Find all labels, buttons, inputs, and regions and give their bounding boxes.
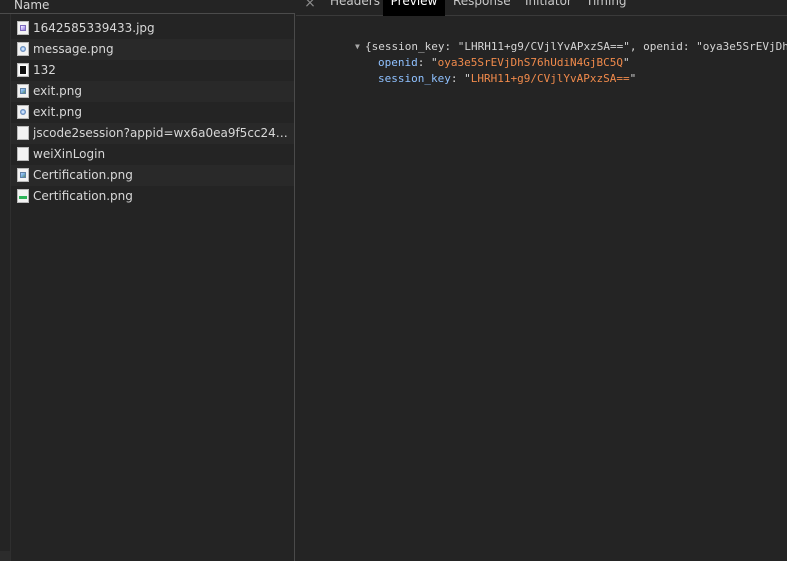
tab-label: Headers <box>330 0 380 8</box>
document-icon <box>17 147 29 161</box>
json-property-openid[interactable]: openid: "oya3e5SrEVjDhS76hUdiN4GjBC5Q" <box>325 39 630 69</box>
json-key: session_key <box>377 72 451 85</box>
request-name: 1642585339433.jpg <box>33 21 155 35</box>
name-column-header[interactable]: Name <box>0 0 295 14</box>
request-row-certification-png-2[interactable]: Certification.png <box>11 186 294 207</box>
tab-label: Preview <box>390 0 438 8</box>
close-icon[interactable]: × <box>304 0 316 11</box>
image-icon <box>17 84 29 98</box>
image-green-icon <box>17 189 29 203</box>
tab-label: Initiator <box>525 0 572 8</box>
document-icon <box>17 63 29 77</box>
tab-preview[interactable]: Preview <box>383 0 445 16</box>
request-detail-tabs: × Headers Preview Response Initiator Tim… <box>296 0 787 16</box>
tab-timing[interactable]: Timing <box>586 0 627 16</box>
request-row-certification-png-1[interactable]: Certification.png <box>11 165 294 186</box>
request-name: jscode2session?appid=wx6a0ea9f5cc242975&… <box>33 126 291 140</box>
json-string-value: LHRH11+g9/CVjlYvAPxzSA== <box>470 72 630 85</box>
name-column-header-label: Name <box>14 0 50 12</box>
request-row-weixinlogin[interactable]: weiXinLogin <box>11 144 294 165</box>
image-icon <box>17 168 29 182</box>
json-colon: : <box>450 72 465 85</box>
request-row-exit-png-1[interactable]: exit.png <box>11 81 294 102</box>
tab-label: Response <box>453 0 511 8</box>
document-icon <box>17 126 29 140</box>
tab-response[interactable]: Response <box>453 0 513 16</box>
request-name: exit.png <box>33 84 82 98</box>
image-circle-icon <box>17 42 29 56</box>
request-row-1642585339433-jpg[interactable]: 1642585339433.jpg <box>11 18 294 39</box>
panel-resize-handle[interactable] <box>0 551 10 561</box>
request-row-message-png[interactable]: message.png <box>11 39 294 60</box>
json-quote: " <box>629 72 637 85</box>
request-row-jscode2session[interactable]: jscode2session?appid=wx6a0ea9f5cc242975&… <box>11 123 294 144</box>
request-name: message.png <box>33 42 114 56</box>
image-circle-icon <box>17 105 29 119</box>
json-summary-line[interactable]: ▼ {session_key: "LHRH11+g9/CVjlYvAPxzSA==… <box>302 23 787 53</box>
tab-initiator[interactable]: Initiator <box>525 0 573 16</box>
request-name: exit.png <box>33 105 82 119</box>
request-name: 132 <box>33 63 56 77</box>
json-quote: " <box>464 72 471 85</box>
json-property-session-key[interactable]: session_key: "LHRH11+g9/CVjlYvAPxzSA==" <box>325 55 636 85</box>
network-request-list-panel: Name 1642585339433.jpg message.png 132 e… <box>0 0 295 561</box>
request-name: Certification.png <box>33 168 133 182</box>
request-list: 1642585339433.jpg message.png 132 exit.p… <box>11 18 294 207</box>
request-name: Certification.png <box>33 189 133 203</box>
json-preview: ▼ {session_key: "LHRH11+g9/CVjlYvAPxzSA==… <box>302 23 787 559</box>
tab-headers[interactable]: Headers <box>330 0 380 16</box>
tab-label: Timing <box>586 0 627 8</box>
request-detail-panel: × Headers Preview Response Initiator Tim… <box>296 0 787 561</box>
request-row-exit-png-2[interactable]: exit.png <box>11 102 294 123</box>
request-name: weiXinLogin <box>33 147 106 161</box>
image-purple-icon <box>17 21 29 35</box>
request-row-132[interactable]: 132 <box>11 60 294 81</box>
network-devtools-window: Name 1642585339433.jpg message.png 132 e… <box>0 0 787 561</box>
